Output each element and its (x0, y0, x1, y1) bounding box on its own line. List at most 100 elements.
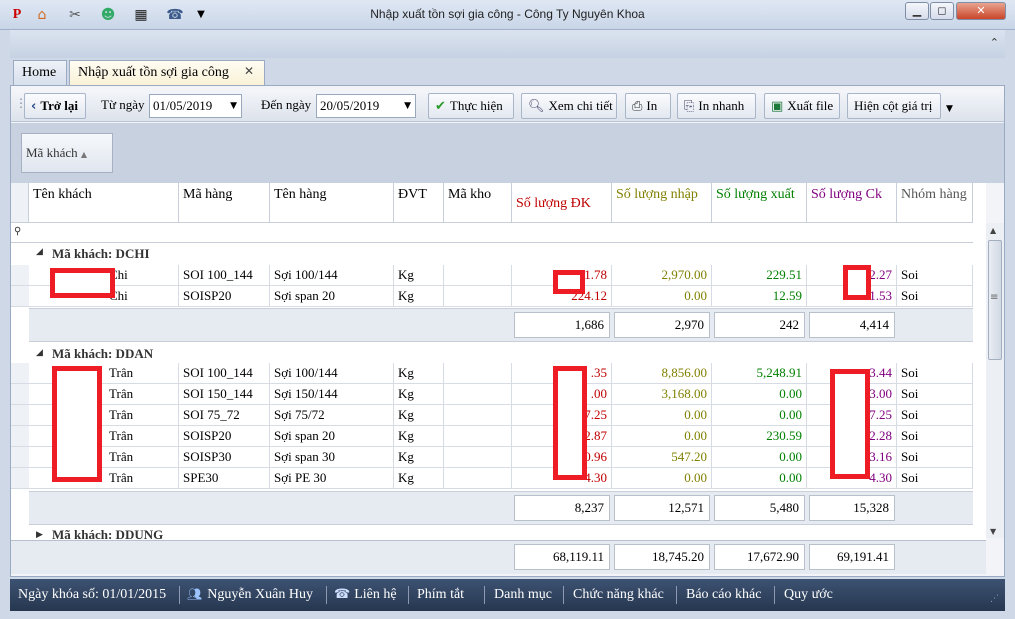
execute-button[interactable]: ✔ Thực hiện (428, 93, 514, 119)
cell-group[interactable]: Soi (897, 426, 973, 447)
cell-code[interactable]: SPE30 (179, 468, 270, 489)
cell-kho[interactable] (444, 405, 512, 426)
user-status[interactable]: 👥︎ Nguyễn Xuân Huy (187, 587, 313, 603)
cell-code[interactable]: SOI 100_144 (179, 363, 270, 384)
maximize-button[interactable]: ◻ (930, 2, 954, 20)
cell-xuat[interactable]: 229.51 (712, 265, 807, 286)
cell-group[interactable]: Soi (897, 265, 973, 286)
cell-unit[interactable]: Kg (394, 405, 444, 426)
col-header-so-luong-dk[interactable]: Số lượng ĐK (512, 183, 612, 223)
shortcuts-menu[interactable]: Phím tắt (417, 587, 464, 603)
cell-item[interactable]: Sợi 150/144 (270, 384, 394, 405)
from-date-dropdown-icon[interactable]: ▼ (230, 95, 237, 117)
cell-kho[interactable] (444, 286, 512, 307)
cell-nhap[interactable]: 8,856.00 (612, 363, 712, 384)
cell-unit[interactable]: Kg (394, 363, 444, 384)
back-button[interactable]: ‹ Trở lại (24, 93, 86, 119)
col-header-so-luong-xuat[interactable]: Số lượng xuất (712, 183, 807, 223)
conventions-menu[interactable]: Quy ước (784, 587, 833, 603)
row-indicator[interactable] (11, 286, 29, 307)
group-header-ddung[interactable]: Mã khách: DDUNG (52, 527, 163, 539)
cell-unit[interactable]: Kg (394, 447, 444, 468)
tab-home[interactable]: Home (13, 60, 67, 86)
cell-group[interactable]: Soi (897, 286, 973, 307)
cell-code[interactable]: SOISP30 (179, 447, 270, 468)
minimize-button[interactable]: ▁ (905, 2, 929, 20)
col-header-dvt[interactable]: ĐVT (394, 183, 444, 223)
col-header-ten-hang[interactable]: Tên hàng (270, 183, 394, 223)
cell-xuat[interactable]: 5,248.91 (712, 363, 807, 384)
cell-item[interactable]: Sợi span 30 (270, 447, 394, 468)
cell-group[interactable]: Soi (897, 363, 973, 384)
resize-grip-icon[interactable]: ⋰ (990, 594, 999, 604)
export-file-button[interactable]: ▣ Xuất file (764, 93, 840, 119)
to-date-dropdown-icon[interactable]: ▼ (404, 95, 411, 117)
other-reports-menu[interactable]: Báo cáo khác (686, 587, 761, 603)
col-header-nhom-hang[interactable]: Nhóm hàng (897, 183, 973, 223)
cell-kho[interactable] (444, 447, 512, 468)
cell-nhap[interactable]: 3,168.00 (612, 384, 712, 405)
cell-nhap[interactable]: 547.20 (612, 447, 712, 468)
view-detail-button[interactable]: 🔍︎ Xem chi tiết (521, 93, 617, 119)
group-header-dchi[interactable]: Mã khách: DCHI (52, 246, 150, 262)
cell-nhap[interactable]: 0.00 (612, 286, 712, 307)
cell-item[interactable]: Sợi span 20 (270, 286, 394, 307)
col-header-ten-khach[interactable]: Tên khách (29, 183, 179, 223)
cell-code[interactable]: SOISP20 (179, 426, 270, 447)
to-date-input[interactable]: 20/05/2019 ▼ (316, 94, 416, 118)
cell-nhap[interactable]: 0.00 (612, 468, 712, 489)
ribbon-collapse-icon[interactable]: ⌃ (990, 36, 999, 49)
cell-nhap[interactable]: 0.00 (612, 426, 712, 447)
cell-xuat[interactable]: 230.59 (712, 426, 807, 447)
row-indicator[interactable] (11, 405, 29, 426)
row-indicator[interactable] (11, 447, 29, 468)
other-functions-menu[interactable]: Chức năng khác (573, 587, 664, 603)
cell-unit[interactable]: Kg (394, 468, 444, 489)
cell-item[interactable]: Sợi span 20 (270, 426, 394, 447)
quick-print-button[interactable]: ⎘ In nhanh (677, 93, 756, 119)
close-window-button[interactable]: ✕ (956, 2, 1006, 20)
cell-nhap[interactable]: 0.00 (612, 405, 712, 426)
cell-unit[interactable]: Kg (394, 286, 444, 307)
cell-code[interactable]: SOISP20 (179, 286, 270, 307)
cell-kho[interactable] (444, 384, 512, 405)
row-indicator[interactable] (11, 468, 29, 489)
show-value-column-button[interactable]: Hiện cột giá trị (847, 93, 941, 119)
group-header-ddan[interactable]: Mã khách: DDAN (52, 346, 153, 362)
toolbar-overflow-icon[interactable]: ▼ (946, 104, 953, 114)
col-header-ma-hang[interactable]: Mã hàng (179, 183, 270, 223)
row-indicator[interactable] (11, 363, 29, 384)
cell-kho[interactable] (444, 363, 512, 384)
cell-xuat[interactable]: 0.00 (712, 384, 807, 405)
cell-kho[interactable] (444, 265, 512, 286)
cell-unit[interactable]: Kg (394, 384, 444, 405)
cell-group[interactable]: Soi (897, 468, 973, 489)
catalog-menu[interactable]: Danh mục (494, 587, 552, 603)
cell-item[interactable]: Sợi PE 30 (270, 468, 394, 489)
cell-group[interactable]: Soi (897, 384, 973, 405)
collapse-group-icon[interactable]: ◢ (36, 348, 43, 358)
cell-kho[interactable] (444, 426, 512, 447)
cell-item[interactable]: Sợi 100/144 (270, 363, 394, 384)
row-indicator[interactable] (11, 384, 29, 405)
col-header-so-luong-ck[interactable]: Số lượng Ck (807, 183, 897, 223)
cell-group[interactable]: Soi (897, 447, 973, 468)
group-chip-ma-khach[interactable]: Mã khách ▲ (21, 133, 113, 173)
cell-unit[interactable]: Kg (394, 426, 444, 447)
col-header-ma-kho[interactable]: Mã kho (444, 183, 512, 223)
cell-xuat[interactable]: 0.00 (712, 405, 807, 426)
cell-item[interactable]: Sợi 100/144 (270, 265, 394, 286)
expand-group-icon[interactable]: ▶ (36, 530, 43, 540)
filter-row[interactable] (11, 223, 973, 243)
print-button[interactable]: ⎙ In (625, 93, 671, 119)
cell-nhap[interactable]: 2,970.00 (612, 265, 712, 286)
cell-xuat[interactable]: 12.59 (712, 286, 807, 307)
tab-nhap-xuat-ton[interactable]: Nhập xuất tồn sợi gia công (69, 60, 265, 86)
col-header-so-luong-nhap[interactable]: Số lượng nhập (612, 183, 712, 223)
cell-xuat[interactable]: 0.00 (712, 447, 807, 468)
close-tab-icon[interactable]: ✕ (244, 64, 254, 78)
row-indicator[interactable] (11, 426, 29, 447)
cell-item[interactable]: Sợi 75/72 (270, 405, 394, 426)
row-indicator[interactable] (11, 265, 29, 286)
scroll-up-icon[interactable]: ▲ (990, 226, 996, 235)
